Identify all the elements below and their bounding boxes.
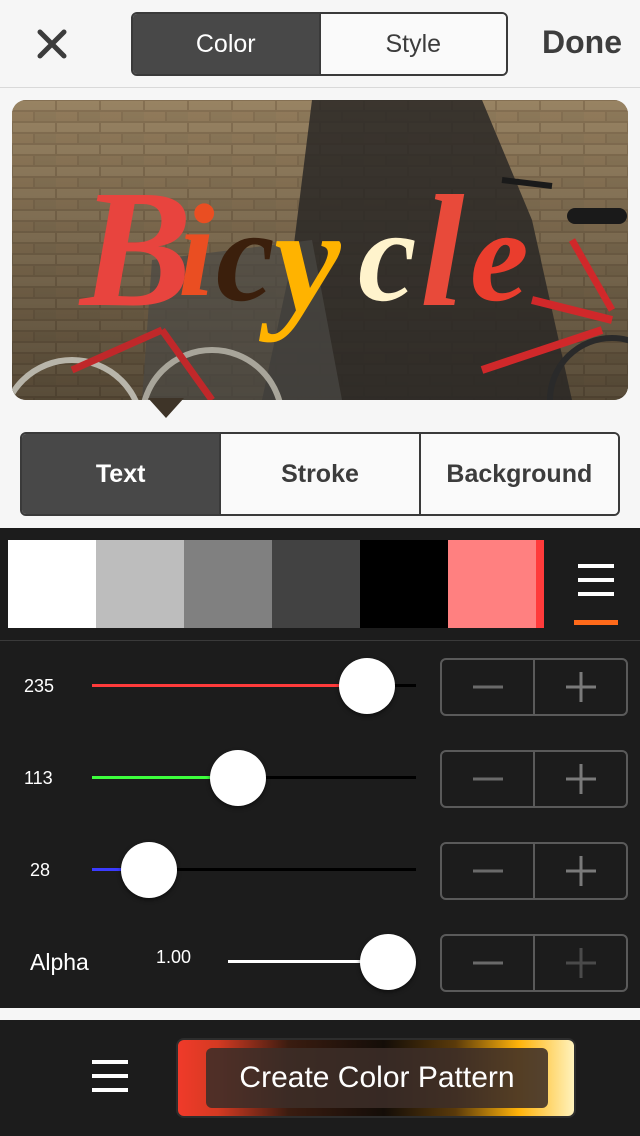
bottom-menu-icon[interactable] bbox=[92, 1060, 128, 1094]
tab-style[interactable]: Style bbox=[318, 14, 506, 74]
green-slider-thumb[interactable] bbox=[209, 750, 266, 806]
alpha-stepper bbox=[440, 934, 628, 992]
palette-menu-icon[interactable] bbox=[574, 564, 618, 628]
red-increment-button[interactable] bbox=[533, 660, 626, 714]
close-button[interactable] bbox=[30, 22, 74, 66]
color-panel: 235 113 28 Alpha 1.00 bbox=[0, 528, 640, 1008]
target-segmented-control: Text Stroke Background bbox=[20, 432, 620, 516]
minus-icon bbox=[472, 777, 503, 781]
plus-icon bbox=[565, 672, 596, 702]
title-letter-7: e bbox=[470, 182, 529, 329]
title-letter-2: i bbox=[178, 177, 215, 324]
preview-pointer bbox=[148, 398, 184, 418]
done-button[interactable]: Done bbox=[542, 24, 622, 61]
minus-icon bbox=[472, 869, 503, 873]
swatch-gray[interactable] bbox=[184, 540, 272, 628]
green-value: 113 bbox=[24, 768, 53, 788]
green-increment-button[interactable] bbox=[533, 752, 626, 806]
green-decrement-button[interactable] bbox=[442, 752, 533, 806]
minus-icon bbox=[472, 685, 503, 689]
red-value: 235 bbox=[24, 676, 55, 696]
red-slider-fill bbox=[92, 684, 367, 687]
tab-text[interactable]: Text bbox=[22, 434, 220, 514]
alpha-slider-thumb[interactable] bbox=[360, 934, 416, 990]
blue-value: 28 bbox=[30, 860, 51, 880]
blue-decrement-button[interactable] bbox=[442, 844, 533, 898]
blue-stepper bbox=[440, 842, 628, 900]
plus-icon bbox=[565, 764, 596, 794]
blue-slider-thumb[interactable] bbox=[121, 842, 178, 898]
create-color-pattern-label: Create Color Pattern bbox=[206, 1048, 548, 1108]
red-slider-thumb[interactable] bbox=[338, 658, 395, 714]
red-stepper bbox=[440, 658, 628, 716]
color-swatches bbox=[8, 540, 548, 628]
tab-stroke[interactable]: Stroke bbox=[219, 434, 419, 514]
red-slider-row: 235 bbox=[0, 646, 640, 726]
swatch-white[interactable] bbox=[8, 540, 96, 628]
alpha-slider-row: Alpha 1.00 bbox=[0, 922, 640, 1002]
swatch-light-gray[interactable] bbox=[96, 540, 184, 628]
top-bar: Color Style Done bbox=[0, 0, 640, 88]
blue-slider-row: 28 bbox=[0, 830, 640, 910]
menu-selected-indicator bbox=[574, 620, 618, 625]
swatch-salmon[interactable] bbox=[448, 540, 544, 628]
close-icon bbox=[37, 29, 67, 59]
title-letter-1: B bbox=[78, 156, 192, 342]
title-letter-5: c bbox=[358, 182, 417, 329]
bottom-bar: Create Color Pattern bbox=[0, 1020, 640, 1136]
color-style-segmented-control: Color Style bbox=[131, 12, 508, 76]
swatch-black[interactable] bbox=[360, 540, 448, 628]
tab-background[interactable]: Background bbox=[418, 434, 618, 514]
divider bbox=[0, 640, 640, 641]
swatch-dark-gray[interactable] bbox=[272, 540, 360, 628]
alpha-increment-button[interactable] bbox=[533, 936, 626, 990]
brick-wall-photo: B i c y c l e bbox=[12, 100, 628, 400]
red-decrement-button[interactable] bbox=[442, 660, 533, 714]
create-color-pattern-button[interactable]: Create Color Pattern bbox=[176, 1038, 576, 1118]
plus-icon bbox=[565, 856, 596, 886]
minus-icon bbox=[472, 961, 503, 965]
alpha-decrement-button[interactable] bbox=[442, 936, 533, 990]
title-letter-6: l bbox=[420, 162, 465, 340]
green-slider-row: 113 bbox=[0, 738, 640, 818]
title-letter-3: c bbox=[216, 182, 275, 329]
preview-image: B i c y c l e bbox=[12, 100, 628, 400]
green-stepper bbox=[440, 750, 628, 808]
plus-icon bbox=[565, 948, 596, 978]
alpha-label: Alpha bbox=[30, 949, 89, 975]
blue-increment-button[interactable] bbox=[533, 844, 626, 898]
tab-color[interactable]: Color bbox=[133, 14, 319, 74]
alpha-value: 1.00 bbox=[156, 947, 192, 967]
